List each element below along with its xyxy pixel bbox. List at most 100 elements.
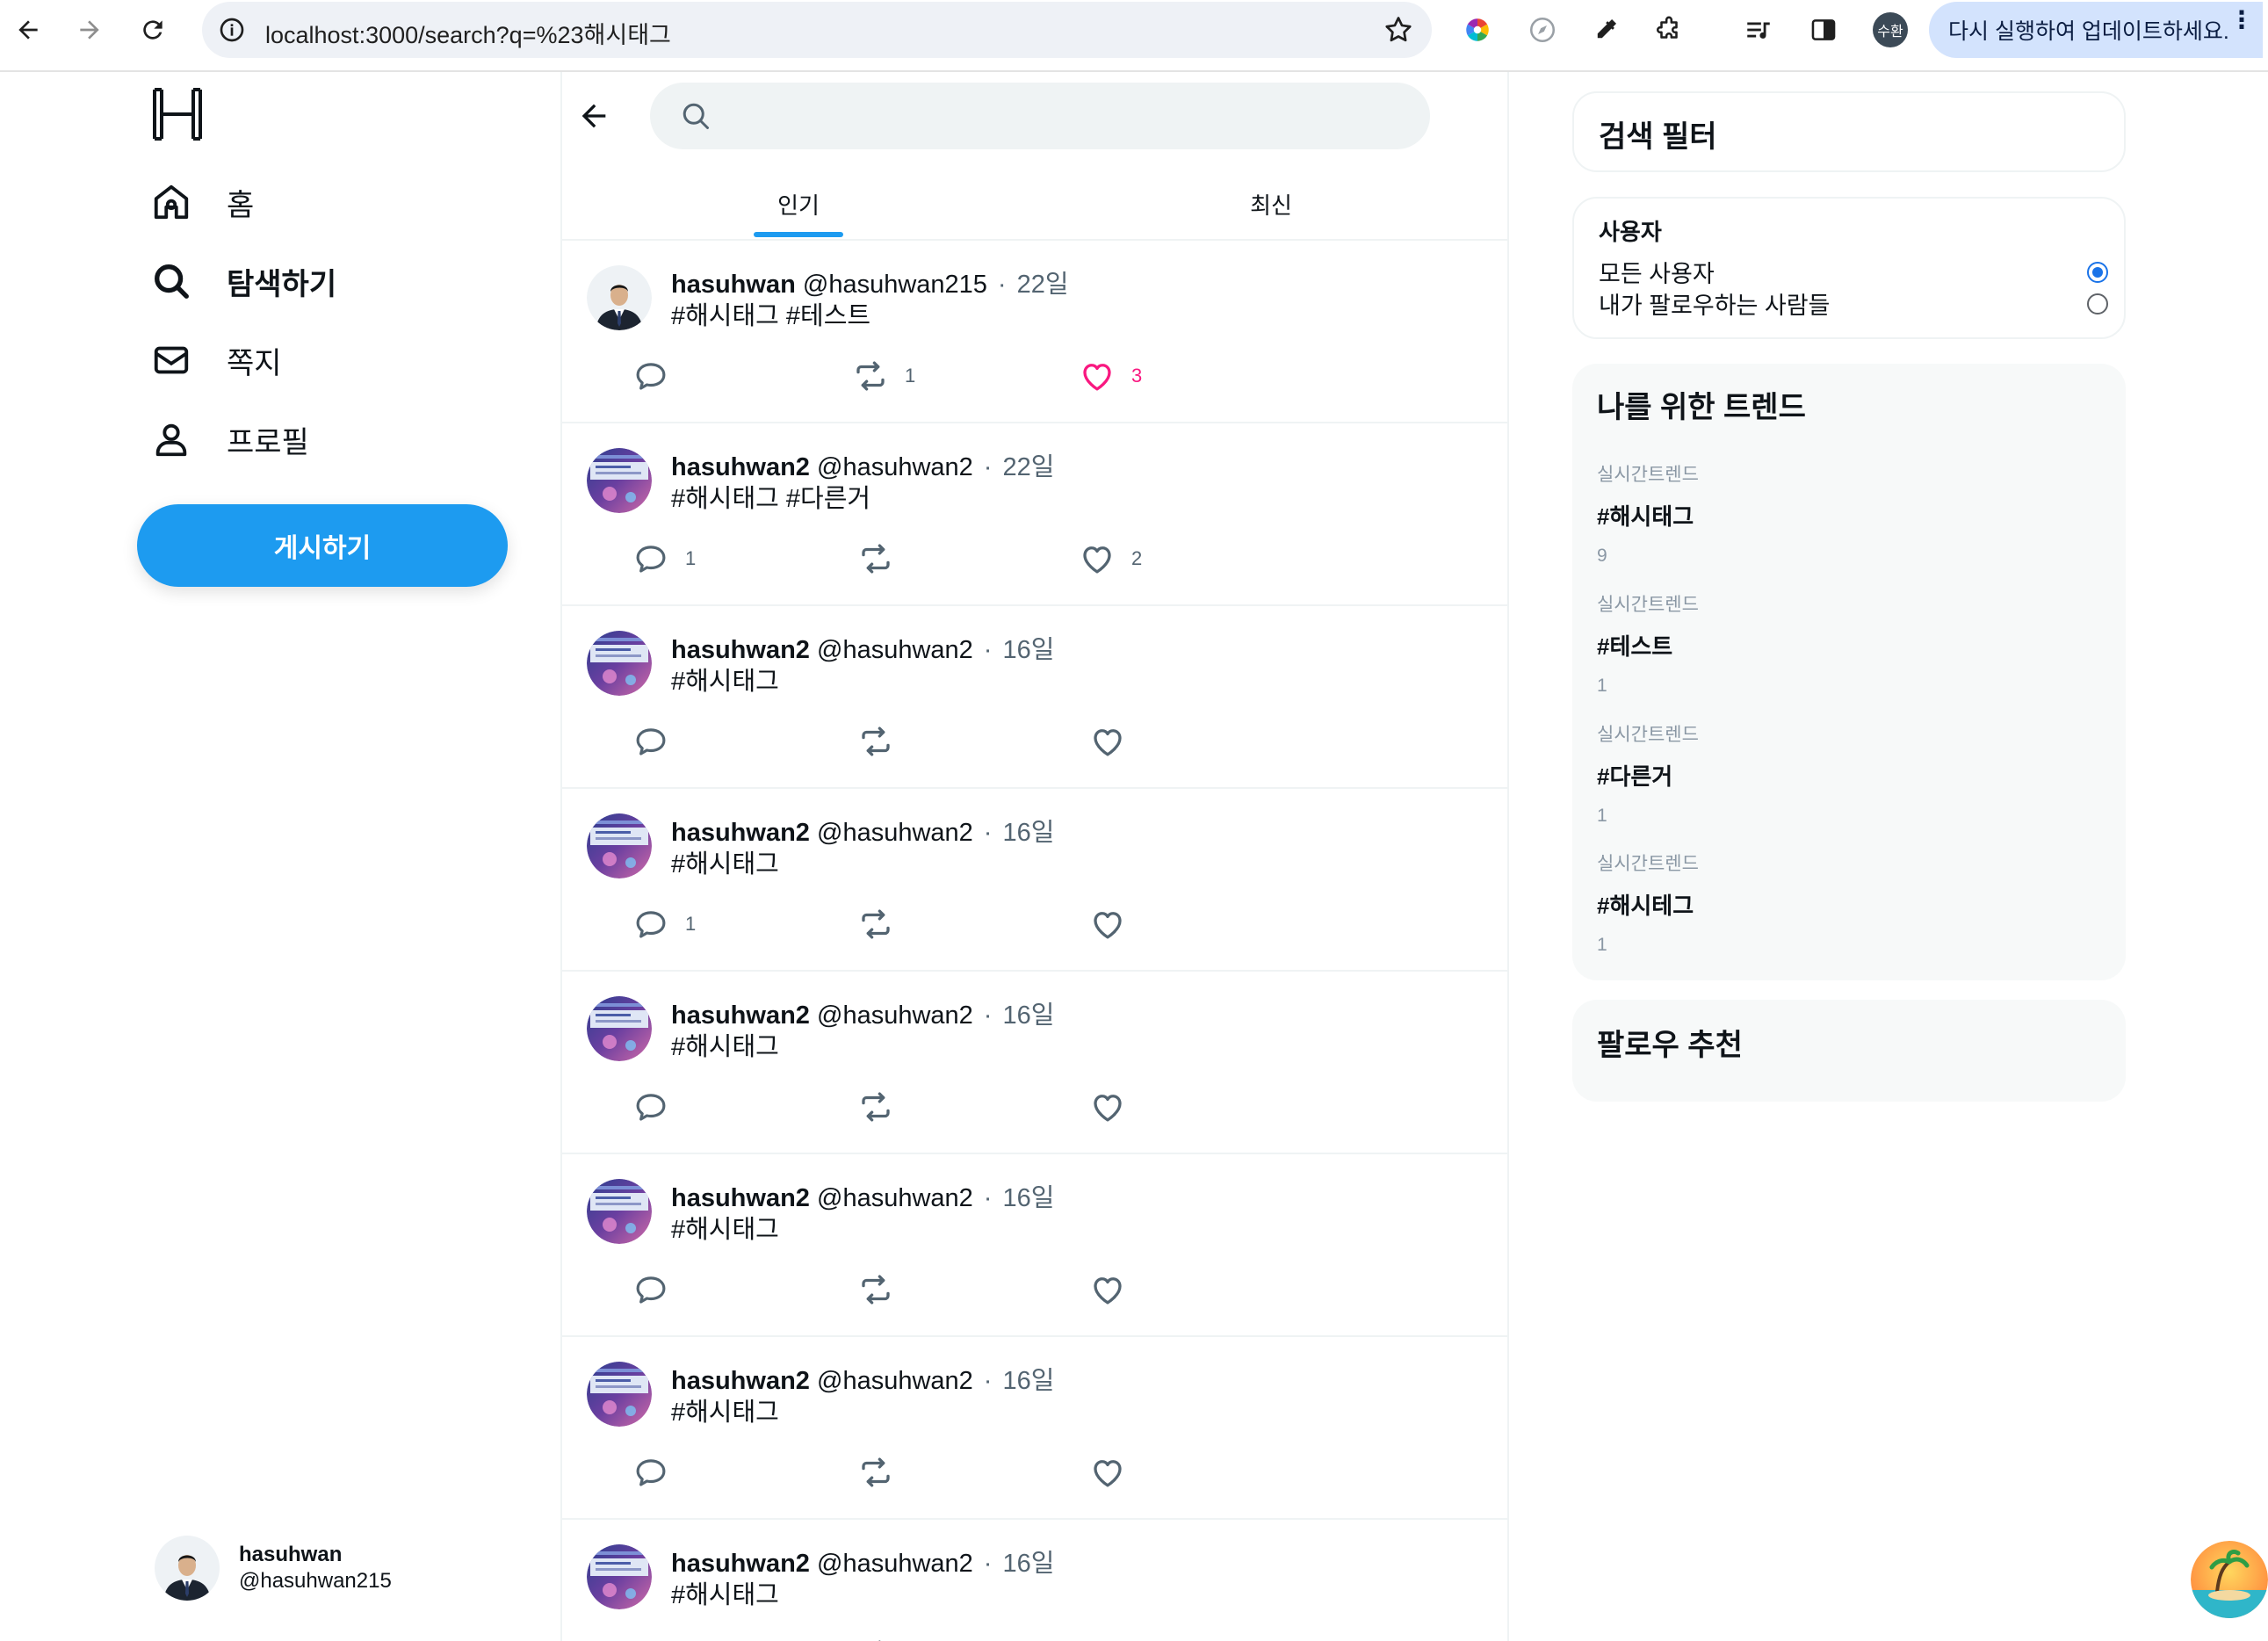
follow-suggestions-card: 팔로우 추천 <box>1572 1000 2126 1102</box>
retweet-button[interactable] <box>857 1088 894 1126</box>
retweet-button[interactable] <box>857 905 894 943</box>
nav-item-explore[interactable]: 탐색하기 <box>151 255 336 307</box>
retweet-button[interactable] <box>857 1453 894 1492</box>
retweet-icon <box>857 723 894 760</box>
post-item[interactable]: hasuhwan2 @hasuhwan2 · 16일 #해시태그 <box>562 606 1507 789</box>
browser-toolbar: localhost:3000/search?q=%23해시태그 수환 다시 실행… <box>0 0 2268 72</box>
reload-icon[interactable] <box>135 12 170 47</box>
trend-item[interactable]: 실시간트렌드 #다른거 1 <box>1597 720 1699 827</box>
post-item[interactable]: hasuhwan2 @hasuhwan2 · 16일 #해시태그 <box>562 1337 1507 1520</box>
nav-item-profile[interactable]: 프로필 <box>151 413 309 466</box>
trend-tag: #테스트 <box>1597 633 1673 660</box>
back-button[interactable] <box>571 93 617 139</box>
tab-latest[interactable]: 최신 <box>1035 169 1507 239</box>
reply-icon <box>632 1088 669 1125</box>
tab-popular[interactable]: 인기 <box>562 169 1035 239</box>
app-logo[interactable] <box>151 88 204 141</box>
heart-icon <box>1089 906 1126 943</box>
heart-icon <box>1089 1454 1126 1491</box>
avatar[interactable] <box>587 1179 652 1244</box>
eyedropper-icon[interactable] <box>1590 14 1622 46</box>
more-menu-icon[interactable]: ⋮ <box>2229 8 2254 33</box>
trend-item[interactable]: 실시간트렌드 #해시테그 1 <box>1597 849 1699 956</box>
filter-option-following[interactable]: 내가 팔로우하는 사람들 <box>1599 286 2108 321</box>
retweet-button[interactable]: 1 <box>852 357 915 395</box>
radio-following[interactable] <box>2087 293 2108 314</box>
back-arrow-icon[interactable] <box>11 12 46 47</box>
post-author-handle: @hasuhwan2 <box>817 1184 973 1212</box>
trend-category: 실시간트렌드 <box>1597 595 1699 615</box>
separator-dot: · <box>983 1367 993 1395</box>
avatar[interactable] <box>587 448 652 513</box>
browser-profile-avatar[interactable]: 수환 <box>1873 12 1908 47</box>
floating-assistant-icon[interactable] <box>2191 1541 2268 1618</box>
avatar[interactable] <box>587 1362 652 1427</box>
mail-icon <box>154 346 189 374</box>
post-time: 16일 <box>1002 636 1055 664</box>
like-button[interactable]: 2 <box>1079 539 1142 578</box>
reply-button[interactable] <box>632 1453 669 1492</box>
post-item[interactable]: hasuhwan2 @hasuhwan2 · 22일 #해시태그 #다른거 1 2 <box>562 423 1507 606</box>
reply-button[interactable] <box>632 1088 669 1126</box>
nav-label-messages: 쪽지 <box>227 346 282 380</box>
trend-item[interactable]: 실시간트렌드 #해시태그 9 <box>1597 460 1699 567</box>
heart-icon <box>1079 358 1116 394</box>
retweet-icon <box>857 1637 894 1641</box>
media-queue-icon[interactable] <box>1743 14 1774 46</box>
like-button[interactable] <box>1089 1088 1126 1126</box>
compass-extension-icon[interactable] <box>1527 14 1558 46</box>
reply-button[interactable]: 1 <box>632 905 696 943</box>
radio-all-users[interactable] <box>2087 261 2108 283</box>
retweet-button[interactable] <box>857 1270 894 1309</box>
post-item[interactable]: hasuhwan2 @hasuhwan2 · 16일 #해시태그 <box>562 1520 1507 1641</box>
reply-button[interactable] <box>632 722 669 761</box>
avatar[interactable] <box>587 631 652 696</box>
filter-option-all-users[interactable]: 모든 사용자 <box>1599 255 2108 289</box>
search-input[interactable] <box>729 83 1414 149</box>
trend-tag: #다른거 <box>1597 763 1673 790</box>
current-user-card[interactable]: hasuhwan @hasuhwan215 <box>155 1536 392 1601</box>
reply-button[interactable] <box>632 1636 669 1641</box>
nav-item-messages[interactable]: 쪽지 <box>151 334 282 387</box>
retweet-button[interactable] <box>857 722 894 761</box>
post-time: 16일 <box>1002 1367 1055 1395</box>
search-bar[interactable] <box>650 83 1430 149</box>
reply-button[interactable] <box>632 357 669 395</box>
retweet-button[interactable] <box>857 1636 894 1641</box>
retweet-icon <box>857 906 894 943</box>
like-button[interactable] <box>1089 1636 1126 1641</box>
post-text: #해시태그 <box>671 1399 779 1427</box>
post-item[interactable]: hasuhwan @hasuhwan215 · 22일 #해시태그 #테스트 1 3 <box>562 241 1507 423</box>
retweet-button[interactable] <box>857 539 894 578</box>
nav-item-home[interactable]: 홈 <box>151 176 254 228</box>
address-bar[interactable]: localhost:3000/search?q=%23해시태그 <box>202 2 1432 58</box>
trend-item[interactable]: 실시간트렌드 #테스트 1 <box>1597 590 1699 697</box>
post-item[interactable]: hasuhwan2 @hasuhwan2 · 16일 #해시태그 <box>562 972 1507 1154</box>
avatar[interactable] <box>587 813 652 878</box>
color-wheel-extension-icon[interactable] <box>1462 14 1493 46</box>
extensions-puzzle-icon[interactable] <box>1653 14 1685 46</box>
like-button[interactable] <box>1089 1270 1126 1309</box>
search-filter-header: 검색 필터 <box>1572 91 2126 172</box>
bookmark-star-icon[interactable] <box>1383 14 1414 46</box>
post-author-handle: @hasuhwan2 <box>817 819 973 847</box>
avatar[interactable] <box>587 1544 652 1609</box>
update-chrome-button[interactable]: 다시 실행하여 업데이트하세요. ⋮ <box>1929 2 2263 58</box>
side-panel-icon[interactable] <box>1808 14 1839 46</box>
post-button[interactable]: 게시하기 <box>137 504 508 587</box>
site-info-icon[interactable] <box>218 16 246 44</box>
like-button[interactable] <box>1089 905 1126 943</box>
like-button[interactable]: 3 <box>1079 357 1142 395</box>
avatar[interactable] <box>587 996 652 1061</box>
post-item[interactable]: hasuhwan2 @hasuhwan2 · 16일 #해시태그 <box>562 1154 1507 1337</box>
nav-label-home: 홈 <box>227 188 255 222</box>
avatar[interactable] <box>587 265 652 330</box>
reply-button[interactable] <box>632 1270 669 1309</box>
current-user-handle: @hasuhwan215 <box>239 1569 392 1593</box>
heart-icon <box>1089 1271 1126 1308</box>
like-button[interactable] <box>1089 722 1126 761</box>
reply-button[interactable]: 1 <box>632 539 696 578</box>
forward-arrow-icon[interactable] <box>72 12 107 47</box>
post-item[interactable]: hasuhwan2 @hasuhwan2 · 16일 #해시태그 1 <box>562 789 1507 972</box>
like-button[interactable] <box>1089 1453 1126 1492</box>
